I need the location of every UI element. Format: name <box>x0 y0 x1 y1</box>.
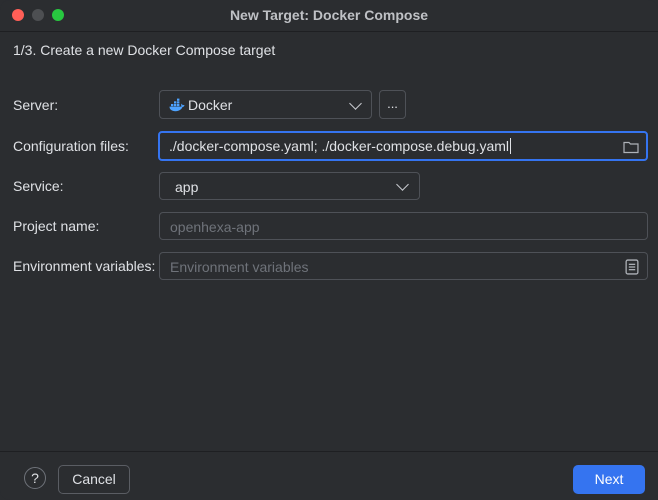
title-bar: New Target: Docker Compose <box>0 0 658 31</box>
server-browse-button[interactable]: ... <box>379 90 406 119</box>
server-label: Server: <box>13 97 59 113</box>
text-caret <box>510 138 512 154</box>
configuration-files-input[interactable]: ./docker-compose.yaml; ./docker-compose.… <box>158 131 648 161</box>
service-label: Service: <box>13 178 64 194</box>
dialog-footer: ? Cancel Next <box>0 451 658 500</box>
service-select[interactable]: app <box>159 172 420 200</box>
step-title: 1/3. Create a new Docker Compose target <box>13 42 276 58</box>
environment-variables-placeholder: Environment variables <box>170 259 309 275</box>
dialog-window: New Target: Docker Compose 1/3. Create a… <box>0 0 658 500</box>
document-icon[interactable] <box>624 259 640 275</box>
form-content: Server: Docker ... Configuration files: … <box>0 68 658 451</box>
folder-icon[interactable] <box>623 139 639 155</box>
chevron-down-icon <box>349 97 362 110</box>
environment-variables-label: Environment variables: <box>13 258 156 274</box>
project-name-placeholder: openhexa-app <box>170 219 260 235</box>
environment-variables-input[interactable]: Environment variables <box>159 252 648 280</box>
cancel-button[interactable]: Cancel <box>58 465 130 494</box>
docker-icon <box>169 98 185 112</box>
server-value: Docker <box>188 97 233 113</box>
next-button[interactable]: Next <box>573 465 645 494</box>
chevron-down-icon <box>396 178 409 191</box>
window-title: New Target: Docker Compose <box>229 7 429 23</box>
project-name-input[interactable]: openhexa-app <box>159 212 648 240</box>
server-select[interactable]: Docker <box>159 90 372 119</box>
service-value: app <box>175 179 199 195</box>
configuration-files-value: ./docker-compose.yaml; ./docker-compose.… <box>169 138 512 154</box>
project-name-label: Project name: <box>13 218 100 234</box>
help-button[interactable]: ? <box>24 467 46 489</box>
step-header: 1/3. Create a new Docker Compose target <box>0 31 658 69</box>
configuration-files-label: Configuration files: <box>13 138 129 154</box>
